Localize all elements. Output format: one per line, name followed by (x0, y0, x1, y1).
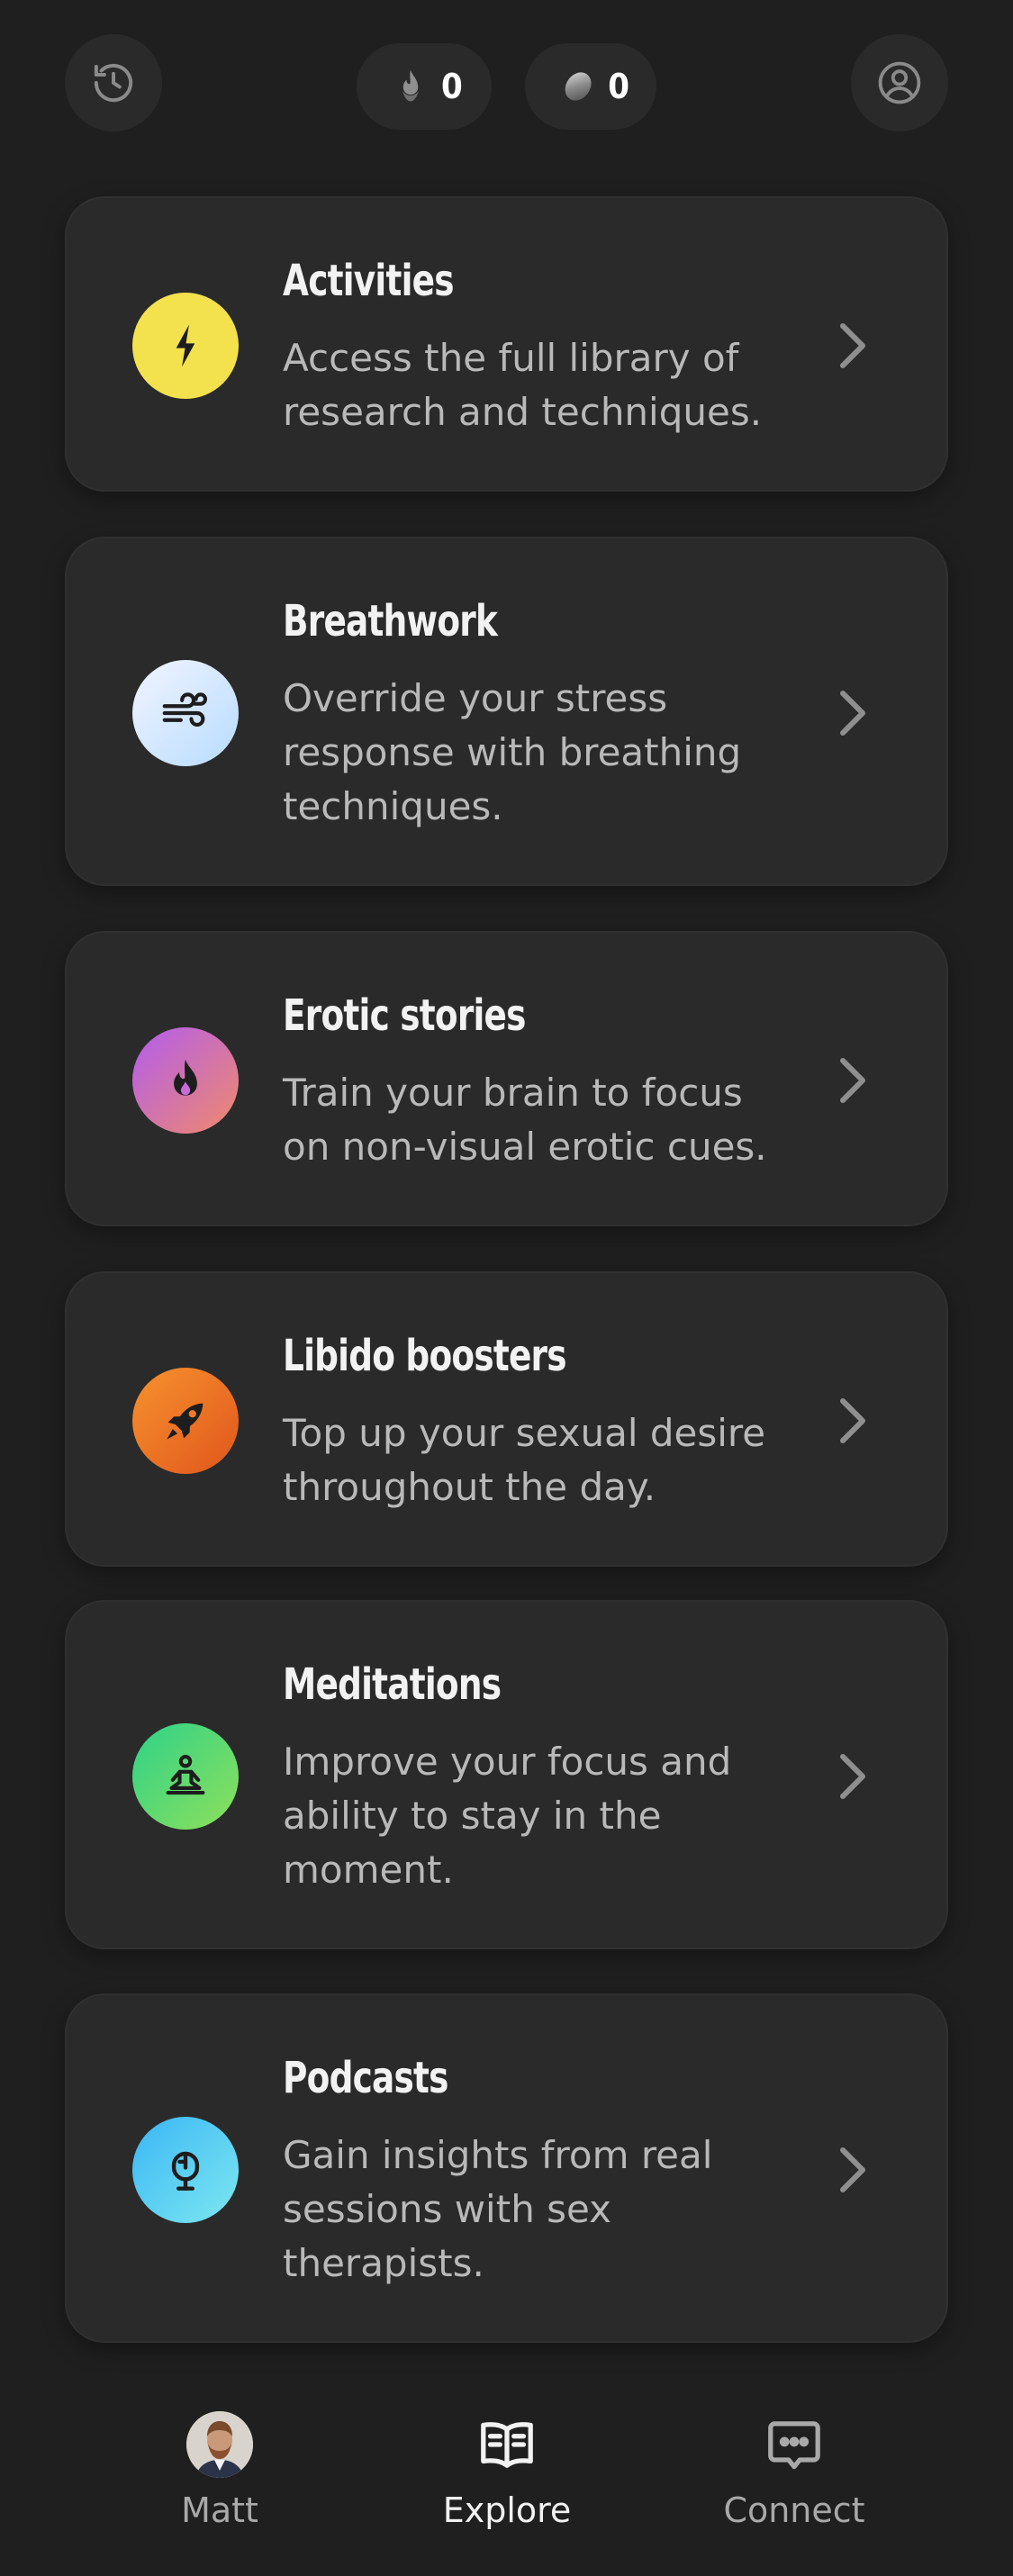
book-icon (481, 2422, 533, 2468)
history-button[interactable] (65, 34, 162, 131)
meditations-badge (132, 1723, 239, 1830)
chevron-right-icon (834, 2143, 870, 2197)
coin-icon (565, 72, 592, 101)
card-title: Libido boosters (283, 1331, 567, 1381)
podcasts-badge (132, 2117, 239, 2223)
card-description: Improve your focus and ability to stay i… (283, 1740, 732, 1892)
card-description: Top up your sexual desire throughout the… (283, 1411, 766, 1509)
card-description: Access the full library of research and … (283, 336, 763, 434)
nav-label: Connect (723, 2490, 865, 2530)
explore-screen: 0 0 Activities Access the full library o… (0, 0, 1013, 2576)
microphone-icon (171, 2151, 200, 2191)
coin-count: 0 (608, 67, 629, 106)
chevron-right-icon (834, 1053, 870, 1107)
chevron-right-icon (834, 686, 870, 740)
nav-label: Explore (442, 2490, 572, 2530)
nav-explore[interactable]: Explore (399, 2411, 615, 2530)
activities-badge (132, 293, 239, 399)
nav-me[interactable]: Matt (112, 2411, 328, 2530)
meditation-icon (166, 1754, 205, 1795)
card-title: Meditations (283, 1659, 502, 1710)
card-description: Gain insights from real sessions with se… (283, 2133, 713, 2285)
card-description: Train your brain to focus on non-visual … (283, 1071, 767, 1169)
card-libido-boosters[interactable]: Libido boosters Top up your sexual desir… (65, 1271, 948, 1567)
streak-counter[interactable]: 0 (357, 43, 492, 130)
nav-connect[interactable]: Connect (686, 2411, 902, 2530)
top-bar: 0 0 (0, 0, 1013, 171)
history-icon (94, 63, 133, 103)
card-meditations[interactable]: Meditations Improve your focus and abili… (65, 1600, 948, 1949)
lightning-icon (176, 324, 195, 367)
card-description: Override your stress response with breat… (283, 676, 742, 828)
flame-icon (402, 69, 419, 102)
streak-count: 0 (441, 67, 463, 106)
coin-counter[interactable]: 0 (525, 43, 656, 130)
card-erotic-stories[interactable]: Erotic stories Train your brain to focus… (65, 931, 948, 1226)
libido-boosters-badge (132, 1368, 239, 1474)
card-title: Activities (283, 256, 455, 306)
card-title: Erotic stories (283, 990, 526, 1041)
erotic-stories-badge (132, 1027, 239, 1134)
card-breathwork[interactable]: Breathwork Override your stress response… (65, 537, 948, 886)
chevron-right-icon (834, 319, 870, 373)
chevron-right-icon (834, 1394, 870, 1448)
bottom-nav: Matt Explore Connect (0, 2377, 1013, 2576)
avatar (186, 2411, 253, 2478)
chevron-right-icon (834, 1749, 870, 1803)
rocket-icon (167, 1403, 204, 1440)
card-title: Breathwork (283, 596, 498, 646)
nav-label: Matt (181, 2490, 258, 2530)
flame-icon (174, 1059, 197, 1096)
card-activities[interactable]: Activities Access the full library of re… (65, 196, 948, 492)
card-podcasts[interactable]: Podcasts Gain insights from real session… (65, 1993, 948, 2343)
wind-icon (162, 692, 207, 727)
chat-icon (768, 2421, 820, 2470)
card-title: Podcasts (283, 2053, 448, 2103)
profile-button[interactable] (851, 34, 948, 131)
breathwork-badge (132, 660, 239, 766)
user-icon (878, 61, 921, 104)
